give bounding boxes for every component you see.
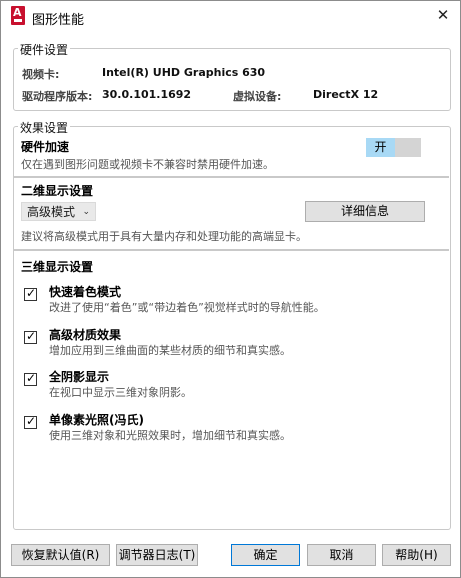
per-pixel-lighting-desc: 使用三维对象和光照效果时，增加细节和真实感。: [49, 429, 291, 442]
driver-version-label: 驱动程序版本:: [22, 90, 93, 103]
fast-shading-label: 快速着色模式: [49, 285, 122, 299]
full-shadow-desc: 在视口中显示三维对象阴影。: [49, 386, 192, 399]
display-2d-desc: 建议将高级模式用于具有大量内存和处理功能的高端显卡。: [21, 230, 307, 243]
hardware-acceleration-title: 硬件加速: [21, 140, 70, 154]
close-icon[interactable]: ✕: [433, 5, 453, 25]
ok-button[interactable]: 确定: [231, 544, 300, 566]
autocad-a-icon: [11, 6, 25, 25]
chevron-down-icon: ⌄: [82, 207, 90, 217]
details-button[interactable]: 详细信息: [305, 201, 425, 222]
hardware-settings-title: 硬件设置: [18, 41, 71, 58]
advanced-material-desc: 增加应用到三维曲面的某些材质的细节和真实感。: [49, 344, 291, 357]
graphics-performance-dialog: 图形性能 ✕ 硬件设置 视频卡: Intel(R) UHD Graphics 6…: [0, 0, 461, 578]
per-pixel-lighting-checkbox[interactable]: ✓: [24, 414, 37, 429]
cancel-button[interactable]: 取消: [307, 544, 376, 566]
checkmark-icon: ✓: [26, 329, 37, 343]
hardware-acceleration-desc: 仅在遇到图形问题或视频卡不兼容时禁用硬件加速。: [21, 158, 274, 171]
driver-version-value: 30.0.101.1692: [102, 88, 192, 101]
fast-shading-desc: 改进了使用“着色”或“带边着色”视觉样式时的导航性能。: [49, 301, 325, 314]
hardware-acceleration-toggle[interactable]: 开: [366, 138, 421, 157]
advanced-material-label: 高级材质效果: [49, 328, 122, 342]
full-shadow-checkbox[interactable]: ✓: [24, 371, 37, 386]
effects-settings-title: 效果设置: [18, 119, 71, 136]
window-title: 图形性能: [32, 13, 85, 28]
display-3d-title: 三维显示设置: [21, 260, 94, 274]
display-mode-select[interactable]: 高级模式 ⌄: [21, 202, 96, 221]
help-button[interactable]: 帮助(H): [382, 544, 451, 566]
virtual-device-label: 虚拟设备:: [233, 90, 282, 103]
fast-shading-checkbox[interactable]: ✓: [24, 286, 37, 301]
restore-defaults-button[interactable]: 恢复默认值(R): [11, 544, 110, 566]
display-2d-title: 二维显示设置: [21, 184, 94, 198]
checkmark-icon: ✓: [26, 414, 37, 428]
divider: [13, 176, 449, 178]
per-pixel-lighting-label: 单像素光照(冯氏): [49, 413, 144, 427]
video-card-value: Intel(R) UHD Graphics 630: [102, 66, 266, 79]
checkmark-icon: ✓: [26, 286, 37, 300]
display-mode-value: 高级模式: [27, 205, 76, 219]
video-card-label: 视频卡:: [22, 68, 60, 81]
toggle-on-label: 开: [366, 138, 395, 157]
checkmark-icon: ✓: [26, 371, 37, 385]
tuner-log-button[interactable]: 调节器日志(T): [116, 544, 198, 566]
virtual-device-value: DirectX 12: [313, 88, 379, 101]
full-shadow-label: 全阴影显示: [49, 370, 110, 384]
divider: [13, 249, 449, 251]
advanced-material-checkbox[interactable]: ✓: [24, 329, 37, 344]
title-bar: 图形性能 ✕: [1, 1, 460, 33]
